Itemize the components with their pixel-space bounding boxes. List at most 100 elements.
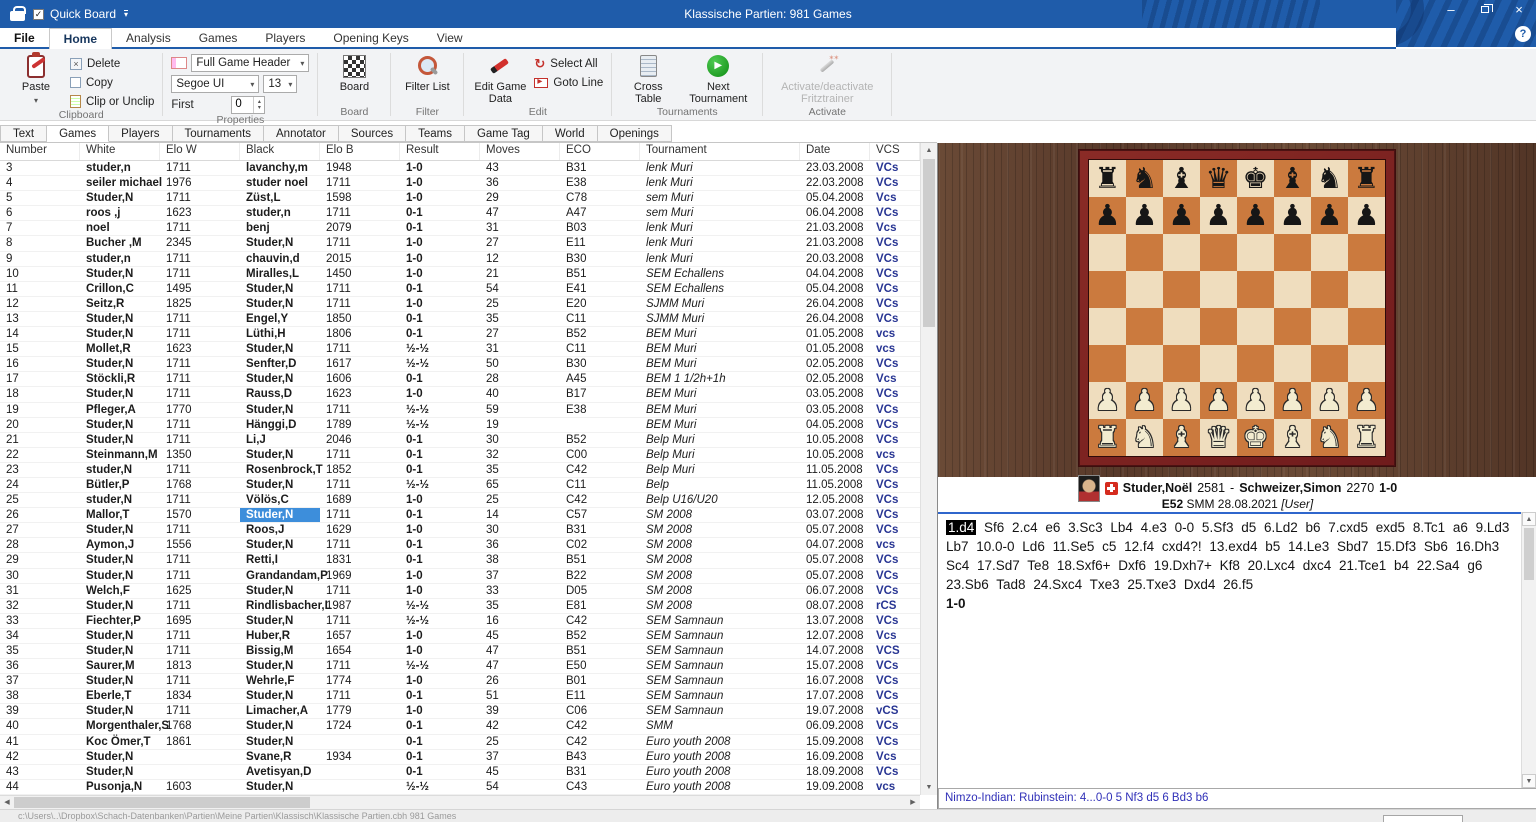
game-row[interactable]: 22 Steinmann,M 1350 Studer,N 1711 0-1 32 C00 Bel… xyxy=(0,448,920,463)
board-square[interactable]: ♜ xyxy=(1348,419,1385,456)
board-square[interactable] xyxy=(1089,234,1126,271)
board-square[interactable] xyxy=(1311,345,1348,382)
chess-piece[interactable]: ♜ xyxy=(1348,160,1385,197)
board-square[interactable] xyxy=(1237,271,1274,308)
table-vertical-scrollbar[interactable]: ▲ ▼ xyxy=(920,143,937,795)
view-tab-tournaments[interactable]: Tournaments xyxy=(172,125,265,142)
game-row[interactable]: 30 Studer,N 1711 Grandandam,P 1969 1-0 37 B22 SM… xyxy=(0,569,920,584)
game-row[interactable]: 14 Studer,N 1711 Lüthi,H 1806 0-1 27 B52 BEM Mur… xyxy=(0,327,920,343)
board-square[interactable]: ♝ xyxy=(1163,160,1200,197)
menu-file[interactable]: File xyxy=(0,28,49,47)
board-square[interactable]: ♞ xyxy=(1311,419,1348,456)
game-row[interactable]: 27 Studer,N 1711 Roos,J 1629 1-0 30 B31 SM 2008 0… xyxy=(0,523,920,539)
game-row[interactable]: 13 Studer,N 1711 Engel,Y 1850 0-1 35 C11 SJMM Mu… xyxy=(0,312,920,328)
scroll-left-icon[interactable]: ◀ xyxy=(0,796,14,809)
menu-tab-games[interactable]: Games xyxy=(185,28,252,47)
view-tab-players[interactable]: Players xyxy=(109,125,173,142)
board-square[interactable] xyxy=(1311,234,1348,271)
board-square[interactable] xyxy=(1274,345,1311,382)
game-row[interactable]: 40 Morgenthaler,S 1768 Studer,N 1724 0-1 42 C42… xyxy=(0,719,920,735)
game-row[interactable]: 17 Stöckli,R 1711 Studer,N 1606 0-1 28 A45 BEM 1… xyxy=(0,372,920,388)
chess-piece[interactable]: ♟ xyxy=(1311,197,1348,234)
menu-tab-analysis[interactable]: Analysis xyxy=(112,28,185,47)
app-icon[interactable] xyxy=(10,6,26,21)
board-square[interactable] xyxy=(1274,234,1311,271)
game-row[interactable]: 12 Seitz,R 1825 Studer,N 1711 1-0 25 E20 SJMM Mu… xyxy=(0,297,920,312)
menu-tab-home[interactable]: Home xyxy=(48,28,113,49)
game-row[interactable]: 21 Studer,N 1711 Li,J 2046 0-1 30 B52 Belp Muri 1… xyxy=(0,433,920,448)
chess-piece[interactable]: ♟ xyxy=(1126,382,1163,419)
column-header-date[interactable]: Date xyxy=(800,143,870,160)
notation-pane[interactable]: 1.d4 Sf6 2.c4 e6 3.Sc3 Lb4 4.e3 0-0 5.Sf… xyxy=(938,512,1536,788)
board-square[interactable] xyxy=(1200,345,1237,382)
hscroll-thumb[interactable] xyxy=(14,797,310,808)
game-row[interactable]: 18 Studer,N 1711 Rauss,D 1623 1-0 40 B17 BEM Mur… xyxy=(0,387,920,403)
board-square[interactable] xyxy=(1311,271,1348,308)
chess-piece[interactable]: ♞ xyxy=(1311,160,1348,197)
board-square[interactable] xyxy=(1348,345,1385,382)
board-square[interactable]: ♟ xyxy=(1200,197,1237,234)
chess-piece[interactable]: ♟ xyxy=(1200,197,1237,234)
menu-tab-view[interactable]: View xyxy=(423,28,477,47)
board-square[interactable]: ♝ xyxy=(1274,160,1311,197)
view-tab-teams[interactable]: Teams xyxy=(406,125,465,142)
board-square[interactable] xyxy=(1237,345,1274,382)
game-row[interactable]: 35 Studer,N 1711 Bissig,M 1654 1-0 47 B51 SEM Sa… xyxy=(0,644,920,660)
board-square[interactable]: ♛ xyxy=(1200,419,1237,456)
board-square[interactable] xyxy=(1126,234,1163,271)
game-row[interactable]: 36 Saurer,M 1813 Studer,N 1711 ½-½ 47 E50 SEM Sa… xyxy=(0,659,920,675)
chess-piece[interactable]: ♞ xyxy=(1126,419,1163,456)
board-square[interactable] xyxy=(1089,271,1126,308)
chess-piece[interactable]: ♟ xyxy=(1200,382,1237,419)
column-header-eco[interactable]: ECO xyxy=(560,143,640,160)
scroll-right-icon[interactable]: ▶ xyxy=(906,796,920,809)
board-square[interactable]: ♞ xyxy=(1311,160,1348,197)
move-list[interactable]: Sf6 2.c4 e6 3.Sc3 Lb4 4.e3 0-0 5.Sf3 d5 … xyxy=(946,520,1509,592)
chess-piece[interactable]: ♚ xyxy=(1237,160,1274,197)
board-square[interactable] xyxy=(1163,345,1200,382)
board-square[interactable] xyxy=(1237,308,1274,345)
chess-piece[interactable]: ♟ xyxy=(1274,197,1311,234)
notation-scroll-down-icon[interactable]: ▼ xyxy=(1522,774,1536,788)
board-square[interactable]: ♞ xyxy=(1126,419,1163,456)
board-square[interactable]: ♟ xyxy=(1089,197,1126,234)
game-row[interactable]: 24 Bütler,P 1768 Studer,N 1711 ½-½ 65 C11 Belp 11… xyxy=(0,478,920,494)
board-square[interactable] xyxy=(1163,308,1200,345)
chess-piece[interactable]: ♟ xyxy=(1237,382,1274,419)
game-row[interactable]: 34 Studer,N 1711 Huber,R 1657 1-0 45 B52 SEM Sam… xyxy=(0,629,920,644)
board-square[interactable] xyxy=(1163,234,1200,271)
board-square[interactable]: ♛ xyxy=(1200,160,1237,197)
column-header-elo-w[interactable]: Elo W xyxy=(160,143,240,160)
zoom-slider[interactable] xyxy=(1383,815,1463,822)
chess-piece[interactable]: ♞ xyxy=(1311,419,1348,456)
board-square[interactable]: ♟ xyxy=(1237,197,1274,234)
game-row[interactable]: 11 Crillon,C 1495 Studer,N 1711 0-1 54 E41 SEM E… xyxy=(0,282,920,297)
filter-list-button[interactable]: Filter List xyxy=(399,51,455,106)
font-size-select[interactable]: 13 ▾ xyxy=(263,75,298,93)
select-all-button[interactable]: ↻ Select All xyxy=(534,56,603,71)
view-tab-game-tag[interactable]: Game Tag xyxy=(464,125,543,142)
game-row[interactable]: 25 studer,N 1711 Völös,C 1689 1-0 25 C42 Belp U1… xyxy=(0,493,920,509)
game-row[interactable]: 37 Studer,N 1711 Wehrle,F 1774 1-0 26 B01 SEM Sa… xyxy=(0,674,920,690)
board-square[interactable] xyxy=(1237,234,1274,271)
column-header-tournament[interactable]: Tournament xyxy=(640,143,800,160)
game-row[interactable]: 20 Studer,N 1711 Hänggi,D 1789 ½-½ 19 BEM Muri 0… xyxy=(0,418,920,433)
view-tab-annotator[interactable]: Annotator xyxy=(264,125,339,142)
game-row[interactable]: 42 Studer,N Svane,R 1934 0-1 37 B43 Euro youth … xyxy=(0,750,920,765)
game-row[interactable]: 33 Fiechter,P 1695 Studer,N 1711 ½-½ 16 C42 SEM … xyxy=(0,614,920,629)
view-tab-world[interactable]: World xyxy=(542,125,598,142)
copy-button[interactable]: Copy xyxy=(70,75,154,90)
column-header-white[interactable]: White xyxy=(80,143,160,160)
board-square[interactable] xyxy=(1200,271,1237,308)
chess-piece[interactable]: ♟ xyxy=(1163,382,1200,419)
board-square[interactable] xyxy=(1311,308,1348,345)
paste-button[interactable]: Paste ▾ xyxy=(8,51,64,109)
view-tab-openings[interactable]: Openings xyxy=(597,125,672,142)
chess-piece[interactable]: ♜ xyxy=(1348,419,1385,456)
game-row[interactable]: 7 noel 1711 benj 2079 0-1 31 B03 lenk Muri 21.03.… xyxy=(0,221,920,237)
board-square[interactable]: ♟ xyxy=(1163,197,1200,234)
game-row[interactable]: 6 roos ,j 1623 studer,n 1711 0-1 47 A47 sem Muri… xyxy=(0,206,920,222)
notation-scrollbar[interactable]: ▲ ▼ xyxy=(1521,512,1536,788)
board-square[interactable]: ♜ xyxy=(1089,160,1126,197)
board-square[interactable]: ♟ xyxy=(1089,382,1126,419)
